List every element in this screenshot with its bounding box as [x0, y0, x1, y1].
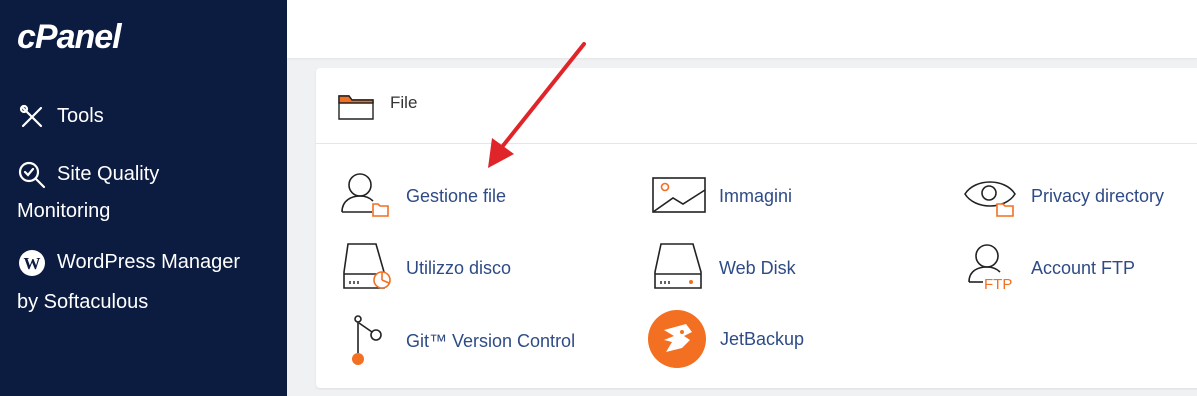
section-header[interactable]: File: [316, 68, 1197, 144]
sidebar: cPanel Tools Site Quality Monitoring W W…: [0, 0, 287, 396]
sidebar-item-site-quality[interactable]: Site Quality: [17, 156, 159, 193]
item-label: JetBackup: [720, 329, 805, 349]
git-icon: [338, 315, 398, 375]
item-label: Immagini: [719, 186, 793, 206]
sidebar-item-label-line2[interactable]: by Softaculous: [17, 284, 148, 321]
sidebar-item-wordpress[interactable]: W WordPress Manager: [17, 244, 240, 281]
top-bar: [287, 0, 1197, 58]
svg-text:W: W: [24, 254, 41, 273]
sidebar-item-tools[interactable]: Tools: [17, 98, 104, 135]
sidebar-item-label-line2[interactable]: Monitoring: [17, 193, 110, 230]
site-quality-icon: [17, 160, 47, 190]
tools-icon: [17, 102, 47, 132]
item-label: Utilizzo disco: [406, 258, 512, 278]
sidebar-item-label: Tools: [57, 105, 104, 127]
annotation-arrow-icon: [488, 42, 586, 168]
cpanel-logo[interactable]: cPanel: [17, 18, 122, 57]
web-disk-icon: [651, 242, 711, 302]
ftp-accounts-icon: FTP: [963, 242, 1023, 302]
item-label: Account FTP: [1031, 258, 1136, 278]
images-icon: [651, 170, 711, 230]
wordpress-icon: W: [17, 248, 47, 278]
sidebar-item-label: Site Quality: [57, 163, 160, 185]
svg-text:FTP: FTP: [984, 276, 1012, 292]
directory-privacy-icon: [963, 170, 1023, 230]
folder-icon: [338, 92, 374, 125]
sidebar-item-label: WordPress Manager: [57, 251, 241, 273]
section-title: File: [390, 93, 418, 112]
item-label: Web Disk: [719, 258, 796, 278]
jetbackup-icon: [648, 310, 708, 370]
item-label: Privacy directory: [1031, 186, 1165, 206]
file-manager-icon: [338, 170, 398, 230]
item-label: Gestione file: [406, 186, 507, 206]
disk-usage-icon: [338, 242, 398, 302]
item-label: Git™ Version Control: [406, 331, 576, 351]
